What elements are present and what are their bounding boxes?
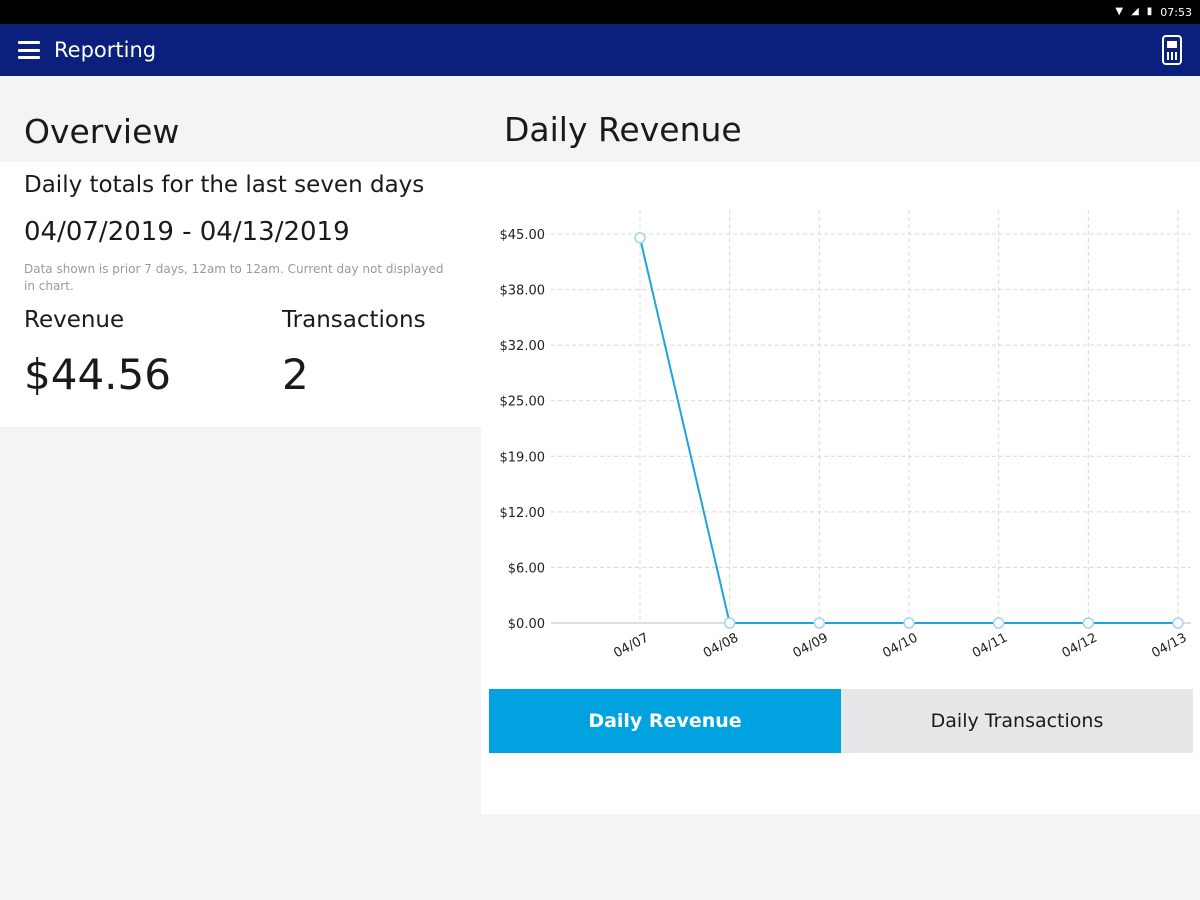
daily-revenue-heading: Daily Revenue xyxy=(504,110,742,149)
chart-tabs: Daily Revenue Daily Transactions xyxy=(489,689,1193,753)
transactions-value: 2 xyxy=(282,350,309,399)
overview-card: Daily totals for the last seven days 04/… xyxy=(0,162,481,427)
status-time: 07:53 xyxy=(1160,5,1192,19)
data-point xyxy=(992,617,1005,629)
transactions-label: Transactions xyxy=(282,307,426,333)
data-point xyxy=(1172,617,1184,629)
app-title: Reporting xyxy=(54,38,157,62)
x-tick-label: 04/12 xyxy=(1060,630,1100,661)
y-tick-label: $38.00 xyxy=(500,284,546,299)
x-tick-label: 04/10 xyxy=(880,630,920,661)
signal-icon: ◢ xyxy=(1131,6,1139,17)
tab-daily-transactions[interactable]: Daily Transactions xyxy=(841,689,1193,753)
tab-daily-revenue[interactable]: Daily Revenue xyxy=(489,689,841,753)
card-terminal-icon[interactable] xyxy=(1162,35,1182,65)
revenue-line-chart: $0.00 $6.00 $12.00 $19.00 $25.00 $32.00 $38.00… xyxy=(500,210,1191,661)
x-tick-label: 04/07 xyxy=(611,630,651,661)
revenue-value: $44.56 xyxy=(24,350,171,399)
x-tick-label: 04/09 xyxy=(791,630,831,661)
hamburger-menu-icon[interactable] xyxy=(18,41,40,59)
wifi-icon: ▼ xyxy=(1115,6,1124,17)
status-bar: ▼ ◢ ▮ 07:53 xyxy=(0,0,1200,24)
y-tick-label: $19.00 xyxy=(500,450,546,465)
x-tick-label: 04/13 xyxy=(1149,630,1189,661)
battery-icon: ▮ xyxy=(1146,6,1153,17)
data-point xyxy=(634,232,646,244)
data-point xyxy=(813,617,826,629)
y-tick-label: $12.00 xyxy=(500,506,546,521)
overview-heading: Overview xyxy=(24,112,180,151)
data-point xyxy=(903,617,915,629)
y-tick-label: $6.00 xyxy=(508,561,545,576)
y-tick-label: $32.00 xyxy=(500,339,546,354)
x-tick-label: 04/11 xyxy=(970,630,1010,661)
data-point xyxy=(723,617,736,629)
app-bar: Reporting xyxy=(0,24,1200,76)
y-tick-label: $45.00 xyxy=(500,228,546,243)
date-range: 04/07/2019 - 04/13/2019 xyxy=(24,217,350,247)
y-tick-label: $25.00 xyxy=(500,395,546,410)
data-point xyxy=(1082,617,1095,629)
x-tick-label: 04/08 xyxy=(701,630,741,661)
y-tick-label: $0.00 xyxy=(508,617,545,632)
revenue-label: Revenue xyxy=(24,307,125,333)
data-note: Data shown is prior 7 days, 12am to 12am… xyxy=(24,262,444,293)
chart-card: $0.00 $6.00 $12.00 $19.00 $25.00 $32.00 $38.00… xyxy=(481,162,1200,814)
overview-subtitle: Daily totals for the last seven days xyxy=(24,172,425,198)
